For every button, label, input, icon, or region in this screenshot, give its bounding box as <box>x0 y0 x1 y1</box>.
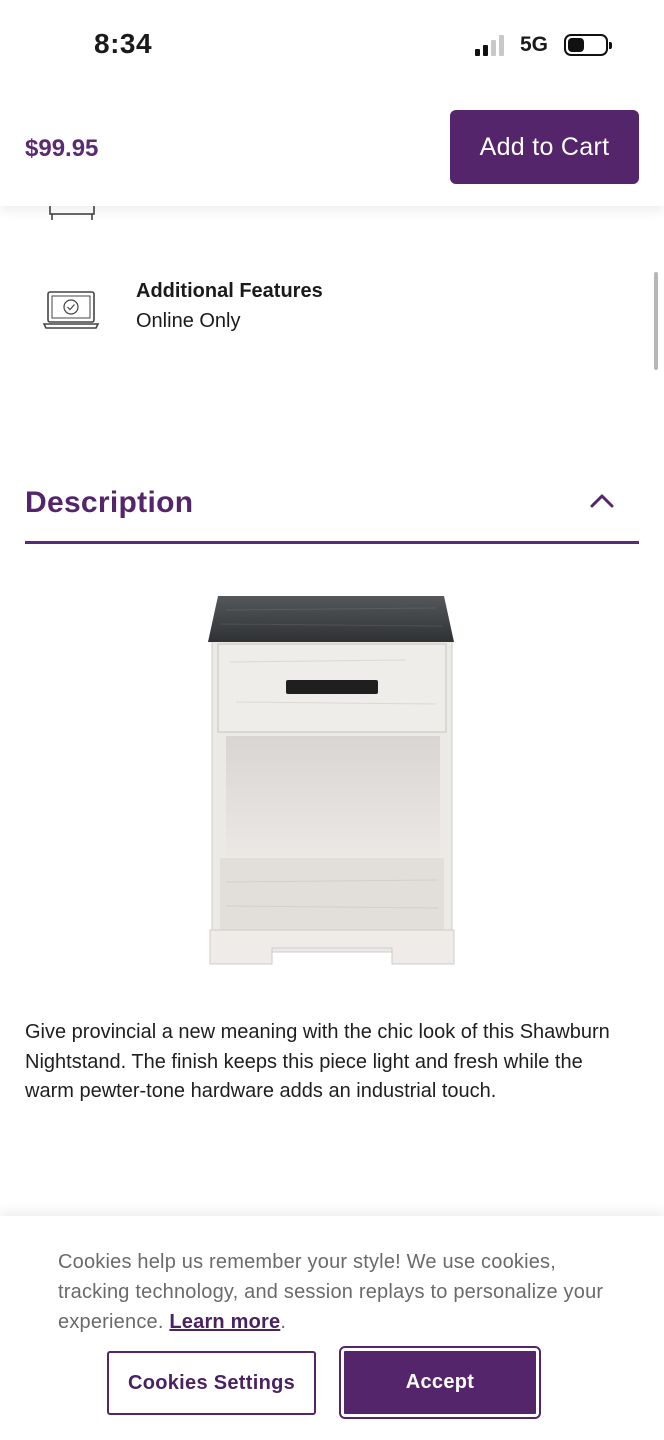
product-price: $99.95 <box>25 135 99 162</box>
description-text: Give provincial a new meaning with the c… <box>25 1021 610 1102</box>
status-time: 8:34 <box>94 28 153 59</box>
status-indicators: 5G <box>474 33 612 57</box>
scrollbar[interactable] <box>654 272 658 370</box>
status-bar: 8:34 5G <box>0 0 664 92</box>
cookie-message-text: Cookies help us remember your style! We … <box>58 1251 604 1333</box>
chevron-up-icon[interactable] <box>587 486 617 516</box>
feature-title: Additional Features <box>136 280 323 302</box>
add-to-cart-button[interactable]: Add to Cart <box>450 110 639 184</box>
feature-value: Online Only <box>136 310 241 332</box>
cookie-message-suffix: . <box>280 1311 287 1333</box>
cookies-settings-button[interactable]: Cookies Settings <box>107 1351 316 1415</box>
cellular-signal-icon <box>474 34 504 56</box>
learn-more-link[interactable]: Learn more <box>169 1311 280 1333</box>
network-type: 5G <box>519 33 548 56</box>
description-accordion-header[interactable]: Description <box>25 470 639 544</box>
cookie-message: Cookies help us remember your style! We … <box>58 1247 618 1337</box>
accept-cookies-button[interactable]: Accept <box>339 1346 541 1419</box>
laptop-check-icon <box>42 290 100 335</box>
cookie-banner: Cookies help us remember your style! We … <box>0 1216 664 1440</box>
feature-row-additional: Additional Features Online Only <box>0 278 664 338</box>
sticky-price-bar: $99.95 Add to Cart <box>0 92 664 206</box>
battery-icon <box>564 34 612 56</box>
description-heading: Description <box>25 486 194 519</box>
product-image <box>206 592 458 966</box>
